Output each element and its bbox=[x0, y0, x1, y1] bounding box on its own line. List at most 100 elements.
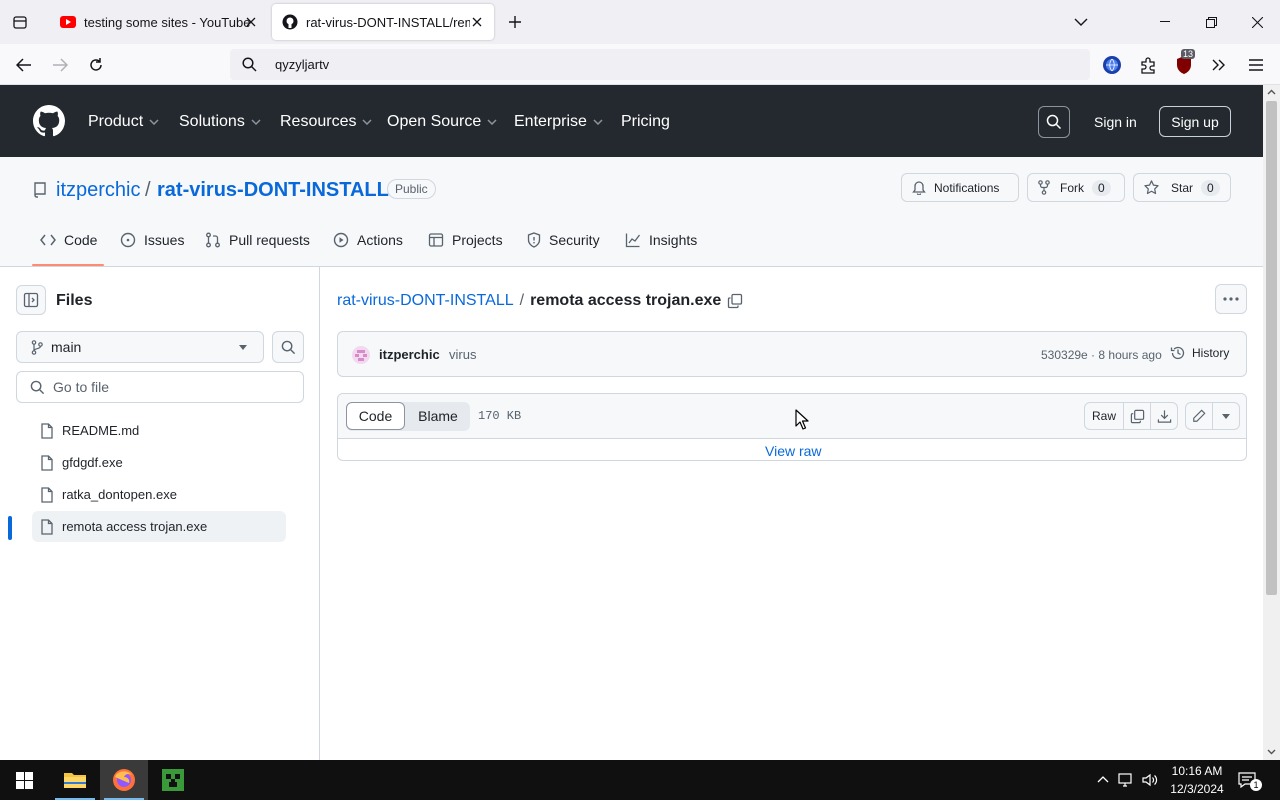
collapse-sidebar-button[interactable] bbox=[16, 285, 46, 315]
vpn-globe-icon[interactable] bbox=[1099, 52, 1125, 78]
minimize-button[interactable] bbox=[1142, 0, 1188, 44]
tab-title: testing some sites - YouTube bbox=[84, 14, 251, 30]
close-icon[interactable] bbox=[468, 13, 486, 31]
copy-path-icon[interactable] bbox=[727, 293, 743, 309]
more-options-button[interactable] bbox=[1215, 284, 1247, 314]
nav-product[interactable]: Product bbox=[88, 113, 159, 131]
file-icon bbox=[40, 422, 62, 439]
tab-projects[interactable]: Projects bbox=[428, 232, 503, 248]
taskbar-minecraft[interactable] bbox=[149, 760, 197, 800]
nav-solutions[interactable]: Solutions bbox=[179, 113, 261, 131]
file-search-button[interactable] bbox=[272, 331, 304, 363]
start-button[interactable] bbox=[0, 760, 48, 800]
file-item-ratka[interactable]: ratka_dontopen.exe bbox=[32, 479, 286, 510]
page-scrollbar[interactable] bbox=[1263, 85, 1280, 760]
extension-badge: 13 bbox=[1181, 49, 1196, 59]
pull-request-icon bbox=[205, 232, 229, 248]
tab-actions[interactable]: Actions bbox=[333, 232, 403, 248]
caret-down-icon bbox=[239, 345, 247, 350]
repo-name-link[interactable]: rat-virus-DONT-INSTALL bbox=[157, 179, 389, 202]
history-button[interactable]: History bbox=[1170, 345, 1229, 361]
breadcrumb-separator: / bbox=[519, 292, 525, 309]
file-item-readme[interactable]: README.md bbox=[32, 415, 286, 446]
download-button[interactable] bbox=[1150, 402, 1178, 430]
star-label: Star bbox=[1171, 180, 1194, 195]
commit-author[interactable]: itzperchic bbox=[379, 347, 440, 362]
edit-dropdown-button[interactable] bbox=[1212, 402, 1240, 430]
file-item-remota[interactable]: remota access trojan.exe bbox=[32, 511, 286, 542]
avatar[interactable] bbox=[352, 346, 370, 364]
file-item-gfdgdf[interactable]: gfdgdf.exe bbox=[32, 447, 286, 478]
tab-pull-requests[interactable]: Pull requests bbox=[205, 232, 310, 248]
taskbar-firefox[interactable] bbox=[100, 760, 148, 800]
tab-github[interactable]: rat-virus-DONT-INSTALL/remota access tro… bbox=[272, 4, 494, 40]
tab-code[interactable]: Code bbox=[40, 232, 97, 248]
notifications-button[interactable]: Notifications bbox=[901, 173, 1019, 202]
repo-path-separator: / bbox=[145, 179, 151, 201]
edit-file-button[interactable] bbox=[1185, 402, 1213, 430]
blame-view-button[interactable]: Blame bbox=[407, 402, 469, 430]
file-toolbar: Code Blame 170 KB Raw bbox=[338, 394, 1246, 439]
latest-commit-box: itzperchic virus 530329e · 8 hours ago H… bbox=[337, 331, 1247, 377]
restore-button[interactable] bbox=[1188, 0, 1234, 44]
scroll-down-arrow-icon[interactable] bbox=[1267, 749, 1276, 755]
scroll-up-arrow-icon[interactable] bbox=[1267, 89, 1276, 95]
menu-hamburger-icon[interactable] bbox=[1243, 52, 1269, 78]
download-icon bbox=[1157, 409, 1172, 424]
fork-button[interactable]: Fork 0 bbox=[1027, 173, 1125, 202]
scrollbar-thumb[interactable] bbox=[1266, 101, 1277, 595]
commit-meta[interactable]: 530329e · 8 hours ago bbox=[1041, 348, 1162, 362]
sign-in-link[interactable]: Sign in bbox=[1094, 114, 1137, 130]
volume-icon[interactable] bbox=[1142, 772, 1158, 788]
tab-security[interactable]: Security bbox=[527, 232, 600, 248]
branch-name: main bbox=[51, 339, 82, 355]
nav-open-source[interactable]: Open Source bbox=[387, 113, 497, 131]
github-logo-icon[interactable] bbox=[33, 105, 65, 137]
tab-issues[interactable]: Issues bbox=[120, 232, 184, 248]
tab-overflow-chevron-icon[interactable] bbox=[1068, 9, 1094, 35]
url-bar[interactable]: qyzyljartv bbox=[230, 49, 1090, 80]
nav-pricing[interactable]: Pricing bbox=[621, 113, 670, 131]
back-arrow-icon[interactable] bbox=[11, 52, 37, 78]
new-tab-plus-icon[interactable] bbox=[502, 9, 528, 35]
taskbar-file-explorer[interactable] bbox=[51, 760, 99, 800]
extensions-puzzle-icon[interactable] bbox=[1135, 52, 1161, 78]
ublock-shield-icon[interactable]: 13 bbox=[1171, 49, 1197, 78]
nav-label: Enterprise bbox=[514, 113, 587, 130]
raw-button[interactable]: Raw bbox=[1084, 402, 1124, 430]
network-icon[interactable] bbox=[1118, 772, 1136, 788]
copy-raw-button[interactable] bbox=[1123, 402, 1151, 430]
close-icon[interactable] bbox=[242, 13, 260, 31]
search-icon bbox=[281, 340, 296, 355]
search-button[interactable] bbox=[1038, 106, 1070, 138]
commit-message[interactable]: virus bbox=[449, 347, 476, 362]
github-icon bbox=[282, 14, 298, 30]
table-icon bbox=[428, 232, 452, 248]
tab-insights[interactable]: Insights bbox=[625, 232, 697, 248]
notification-center-button[interactable]: 1 bbox=[1236, 770, 1266, 792]
tab-label: Projects bbox=[452, 232, 503, 248]
chevron-down-icon bbox=[587, 119, 603, 125]
overflow-chevrons-icon[interactable] bbox=[1206, 52, 1232, 78]
sign-up-button[interactable]: Sign up bbox=[1159, 106, 1231, 137]
code-view-button[interactable]: Code bbox=[346, 402, 405, 430]
nav-resources[interactable]: Resources bbox=[280, 113, 373, 131]
nav-label: Solutions bbox=[179, 113, 245, 130]
branch-selector[interactable]: main bbox=[16, 331, 264, 363]
tab-list-icon[interactable] bbox=[7, 9, 33, 35]
view-raw-link[interactable]: View raw bbox=[765, 443, 822, 459]
forward-arrow-icon[interactable] bbox=[47, 52, 73, 78]
selected-file-indicator bbox=[8, 516, 12, 540]
clock-time[interactable]: 10:16 AM bbox=[1170, 764, 1224, 778]
tray-chevron-up-icon[interactable] bbox=[1097, 775, 1109, 783]
star-button[interactable]: Star 0 bbox=[1133, 173, 1231, 202]
repo-owner-link[interactable]: itzperchic bbox=[56, 179, 140, 202]
repo-header: itzperchic / rat-virus-DONT-INSTALL Publ… bbox=[0, 157, 1263, 267]
go-to-file-input[interactable] bbox=[16, 371, 304, 403]
clock-date[interactable]: 12/3/2024 bbox=[1168, 782, 1226, 796]
reload-icon[interactable] bbox=[83, 52, 109, 78]
tab-youtube[interactable]: testing some sites - YouTube bbox=[50, 4, 268, 40]
nav-enterprise[interactable]: Enterprise bbox=[514, 113, 603, 131]
close-window-button[interactable] bbox=[1234, 0, 1280, 44]
breadcrumb-repo-link[interactable]: rat-virus-DONT-INSTALL bbox=[337, 292, 514, 310]
